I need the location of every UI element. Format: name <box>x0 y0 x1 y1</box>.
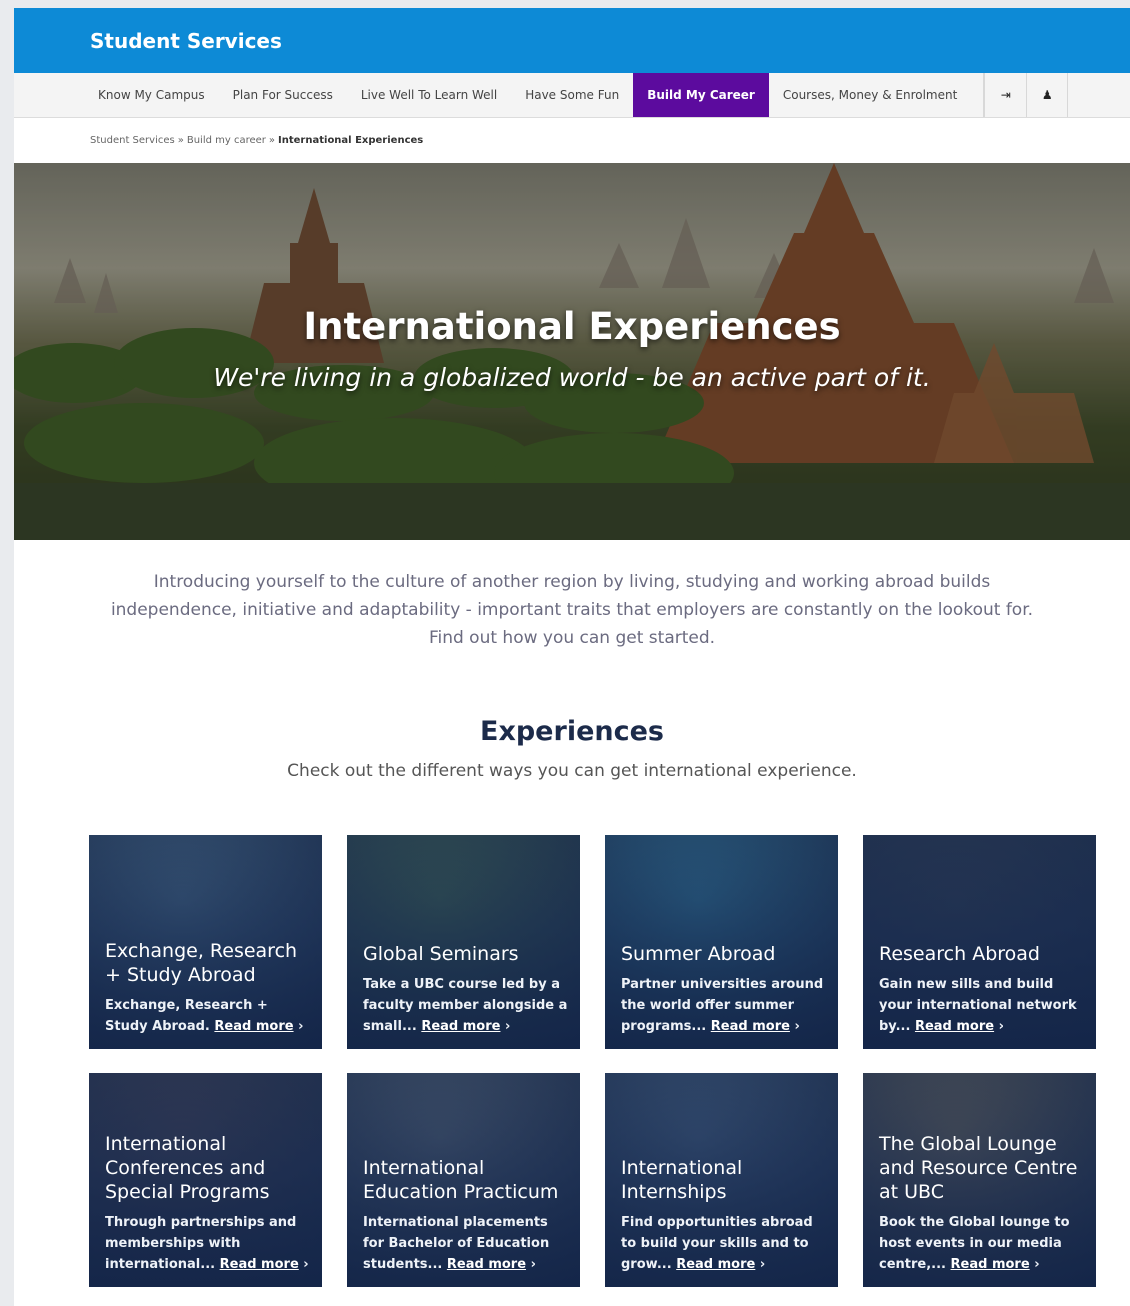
card-title: International Internships <box>621 1157 743 1203</box>
card-title: Research Abroad <box>879 943 1040 965</box>
card-title: International Conferences and Special Pr… <box>105 1133 270 1203</box>
card-body: Research Abroad Gain new sills and build… <box>879 942 1084 1037</box>
card-description: Book the Global lounge to host events in… <box>879 1212 1084 1275</box>
card-description: International placements for Bachelor of… <box>363 1212 568 1275</box>
chevron-right-icon: › <box>1034 1257 1040 1272</box>
experiences-subheading: Check out the different ways you can get… <box>287 761 857 781</box>
nav-live-well[interactable]: Live Well To Learn Well <box>347 73 511 117</box>
breadcrumb-separator: » <box>268 135 276 146</box>
read-more-link[interactable]: Read more <box>951 1257 1030 1272</box>
chevron-right-icon: › <box>303 1257 309 1272</box>
breadcrumb: Student Services » Build my career » Int… <box>14 118 1130 163</box>
card-body: International Internships Find opportuni… <box>621 1156 826 1275</box>
breadcrumb-current: International Experiences <box>278 135 424 146</box>
chevron-right-icon: › <box>505 1019 511 1034</box>
card-body: The Global Lounge and Resource Centre at… <box>879 1132 1084 1275</box>
chevron-right-icon: › <box>998 1019 1004 1034</box>
card-body: International Education Practicum Intern… <box>363 1156 568 1275</box>
hero-title: International Experiences <box>303 305 841 348</box>
card-description: Partner universities around the world of… <box>621 974 826 1037</box>
experience-cards-grid: Exchange, Research + Study Abroad Exchan… <box>89 835 1099 1287</box>
main-nav: Know My Campus Plan For Success Live Wel… <box>14 73 1130 118</box>
chevron-right-icon: › <box>759 1257 766 1272</box>
experience-card-global-lounge[interactable]: The Global Lounge and Resource Centre at… <box>863 1073 1096 1287</box>
card-body: Global Seminars Take a UBC course led by… <box>363 942 568 1037</box>
nav-have-some-fun[interactable]: Have Some Fun <box>511 73 633 117</box>
site-title-link[interactable]: Student Services <box>90 29 282 53</box>
card-title: The Global Lounge and Resource Centre at… <box>879 1133 1078 1203</box>
experience-card-education-practicum[interactable]: International Education Practicum Intern… <box>347 1073 580 1287</box>
card-title: International Education Practicum <box>363 1157 559 1203</box>
login-icon[interactable]: ⇥ <box>984 73 1026 117</box>
card-body: Summer Abroad Partner universities aroun… <box>621 942 826 1037</box>
experiences-heading: Experiences <box>480 716 664 747</box>
read-more-link[interactable]: Read more <box>421 1019 500 1034</box>
breadcrumb-separator: » <box>177 135 184 146</box>
bell-icon[interactable]: ♟ <box>1026 73 1069 117</box>
read-more-link[interactable]: Read more <box>447 1257 526 1272</box>
card-title: Summer Abroad <box>621 943 776 965</box>
card-description: Exchange, Research + Study Abroad. Read … <box>105 995 310 1037</box>
card-title: Global Seminars <box>363 943 519 965</box>
card-description: Through partnerships and memberships wit… <box>105 1212 310 1275</box>
site-header: Student Services <box>14 8 1130 73</box>
read-more-link[interactable]: Read more <box>676 1257 755 1272</box>
experience-card-conferences[interactable]: International Conferences and Special Pr… <box>89 1073 322 1287</box>
hero-subtitle: We're living in a globalized world - be … <box>213 363 931 392</box>
read-more-link[interactable]: Read more <box>915 1019 994 1034</box>
intro-paragraph: Introducing yourself to the culture of a… <box>110 572 1034 648</box>
breadcrumb-build-my-career[interactable]: Build my career <box>187 135 266 146</box>
card-title: Exchange, Research + Study Abroad <box>105 940 298 986</box>
read-more-link[interactable]: Read more <box>214 1019 293 1034</box>
experience-card-research-abroad[interactable]: Research Abroad Gain new sills and build… <box>863 835 1096 1049</box>
breadcrumb-student-services[interactable]: Student Services <box>90 135 175 146</box>
experience-card-global-seminars[interactable]: Global Seminars Take a UBC course led by… <box>347 835 580 1049</box>
chevron-right-icon: › <box>298 1019 304 1034</box>
card-description: Find opportunities abroad to build your … <box>621 1212 826 1275</box>
page: Student Services Know My Campus Plan For… <box>14 8 1130 1306</box>
card-body: Exchange, Research + Study Abroad Exchan… <box>105 939 310 1037</box>
hero-banner: International Experiences We're living i… <box>14 163 1130 540</box>
nav-courses-money-enrolment[interactable]: Courses, Money & Enrolment <box>769 73 971 117</box>
hero-overlay <box>14 163 1130 540</box>
nav-build-my-career[interactable]: Build My Career <box>633 73 769 117</box>
chevron-right-icon: › <box>530 1257 536 1272</box>
experience-card-exchange[interactable]: Exchange, Research + Study Abroad Exchan… <box>89 835 322 1049</box>
experience-card-summer-abroad[interactable]: Summer Abroad Partner universities aroun… <box>605 835 838 1049</box>
experience-card-internships[interactable]: International Internships Find opportuni… <box>605 1073 838 1287</box>
card-body: International Conferences and Special Pr… <box>105 1132 310 1275</box>
card-description: Take a UBC course led by a faculty membe… <box>363 974 568 1037</box>
nav-know-my-campus[interactable]: Know My Campus <box>84 73 219 117</box>
card-description: Gain new sills and build your internatio… <box>879 974 1084 1037</box>
read-more-link[interactable]: Read more <box>711 1019 790 1034</box>
nav-plan-for-success[interactable]: Plan For Success <box>219 73 347 117</box>
read-more-link[interactable]: Read more <box>220 1257 299 1272</box>
chevron-right-icon: › <box>794 1019 800 1034</box>
